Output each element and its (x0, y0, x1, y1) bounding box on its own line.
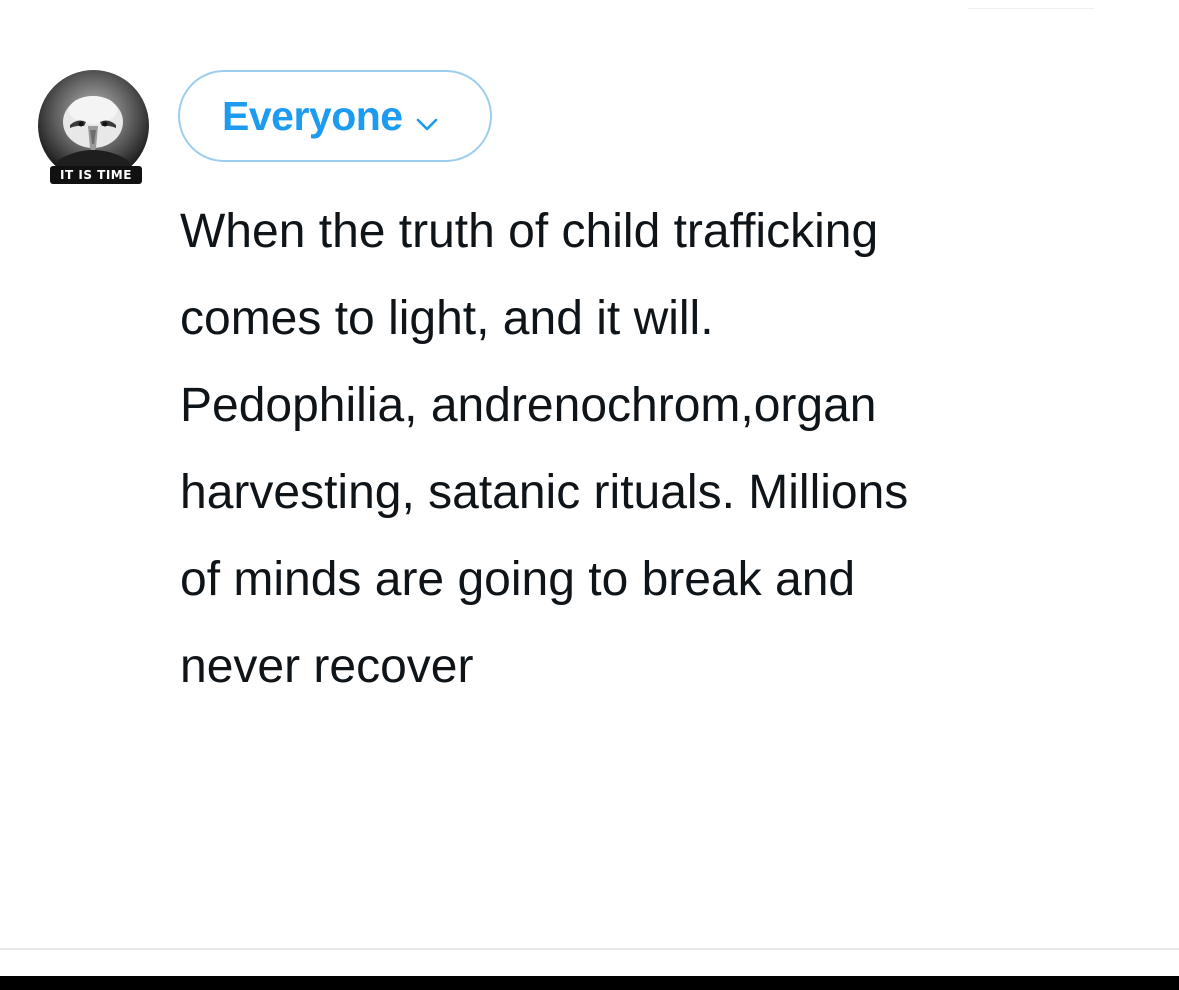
bottom-bar (0, 976, 1179, 990)
audience-label: Everyone (222, 92, 403, 139)
composer-screen: IT IS TIME Everyone When the truth of ch… (0, 0, 1179, 990)
top-edge-element (968, 0, 1094, 9)
divider (0, 948, 1179, 950)
avatar[interactable]: IT IS TIME (38, 70, 149, 184)
chevron-down-icon (415, 96, 439, 143)
avatar-caption: IT IS TIME (50, 166, 142, 184)
eagle-avatar-icon (38, 70, 149, 181)
audience-selector-button[interactable]: Everyone (178, 70, 492, 162)
tweet-text-input[interactable]: When the truth of child trafficking come… (180, 188, 1160, 710)
